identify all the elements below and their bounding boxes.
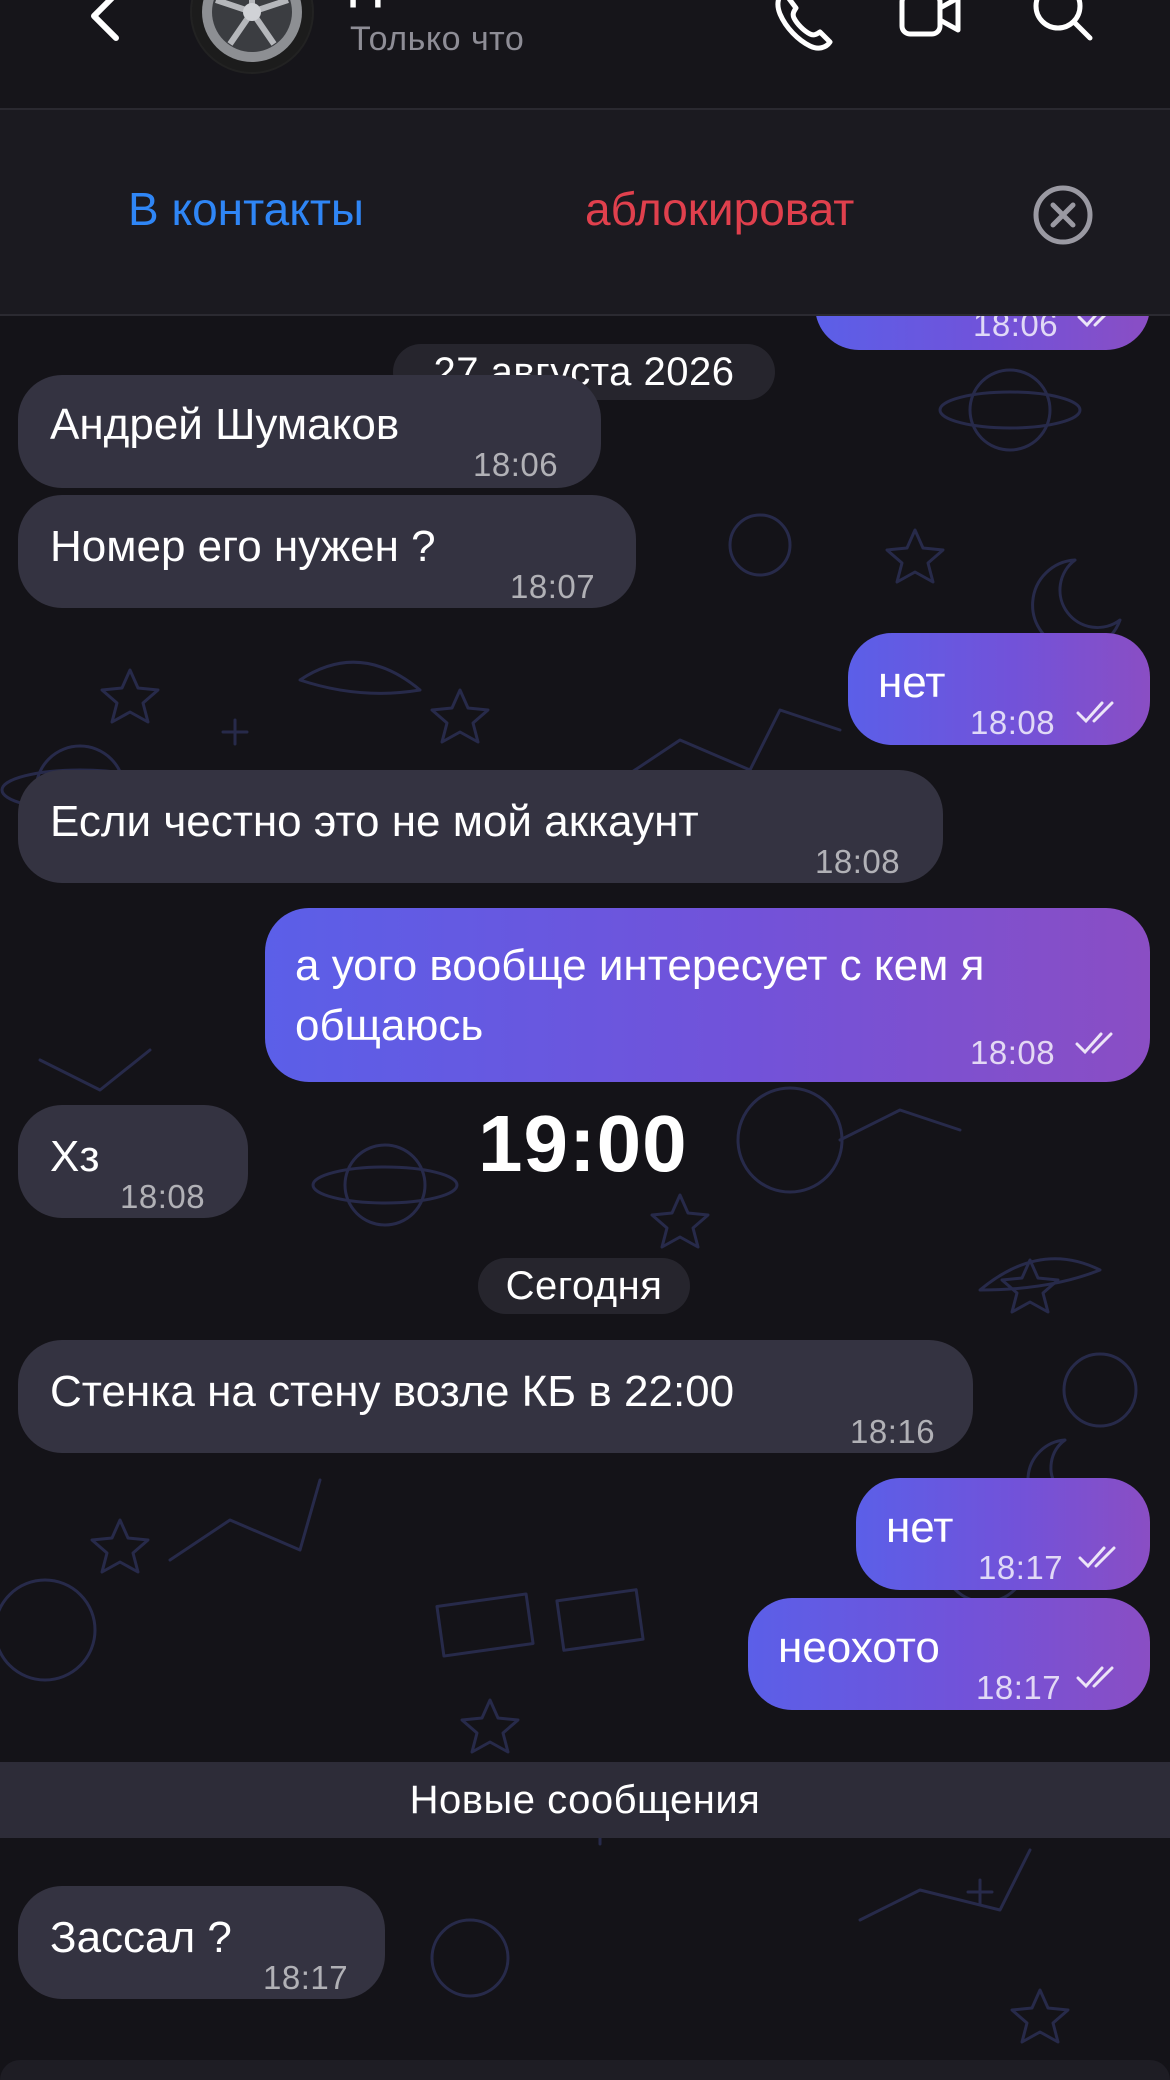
message-bubble-outgoing[interactable]: неохото 18:17 (748, 1598, 1150, 1710)
message-bubble-outgoing[interactable]: нет 18:17 (856, 1478, 1150, 1590)
video-call-icon[interactable] (898, 0, 964, 52)
message-time: 18:08 (815, 843, 901, 880)
message-bubble-incoming[interactable]: Стенка на стену возле КБ в 22:00 18:16 (18, 1340, 973, 1453)
back-arrow-icon[interactable] (80, 0, 140, 50)
date-separator-today: Сегодня (478, 1258, 690, 1314)
message-text: Стенка на стену возле КБ в 22:00 (50, 1367, 735, 1416)
message-time: 18:17 (978, 1549, 1064, 1586)
avatar[interactable] (190, 0, 314, 74)
message-time: 18:17 (976, 1669, 1062, 1706)
message-text-line: а уого вообще интересует с кем я (295, 941, 985, 990)
double-check-icon (1075, 1032, 1113, 1055)
message-bubble-incoming[interactable]: Номер его нужен ? 18:07 (18, 495, 636, 608)
double-check-icon (1076, 701, 1114, 724)
double-check-icon (1078, 1546, 1116, 1569)
message-text: Андрей Шумаков (50, 400, 400, 449)
close-icon[interactable] (1030, 182, 1096, 248)
message-time: 18:16 (850, 1413, 936, 1450)
add-to-contacts-button[interactable]: В контакты (128, 182, 364, 236)
message-time: 18:07 (510, 568, 596, 605)
message-text: Хз (50, 1132, 100, 1181)
wheel-avatar-icon (192, 0, 312, 72)
message-text: Номер его нужен ? (50, 522, 436, 571)
message-time: 18:08 (970, 1034, 1056, 1071)
message-time: 18:17 (263, 1959, 349, 1996)
message-text: Если честно это не мой аккаунт (50, 797, 699, 846)
message-bubble-incoming[interactable]: Зассал ? 18:17 (18, 1886, 385, 1999)
search-icon[interactable] (1030, 0, 1096, 52)
message-text: Зассал ? (50, 1913, 232, 1962)
phone-icon[interactable] (770, 0, 836, 52)
overlay-time-text: 19:00 (478, 1099, 688, 1188)
message-bubble-outgoing[interactable]: нет 18:08 (848, 633, 1150, 745)
double-check-icon (1076, 1666, 1114, 1689)
new-messages-divider: Новые сообщения (0, 1762, 1170, 1838)
message-bubble-incoming[interactable]: Хз 18:08 (18, 1105, 248, 1218)
chat-title[interactable]: Д (350, 0, 381, 10)
unknown-contact-action-bar: В контакты аблокироват (0, 110, 1170, 316)
message-text: нет (886, 1503, 954, 1552)
message-time: 18:08 (120, 1178, 206, 1215)
message-bubble-incoming[interactable]: Если честно это не мой аккаунт 18:08 (18, 770, 943, 883)
message-time: 18:08 (970, 704, 1056, 741)
chat-header: Д Только что (0, 0, 1170, 110)
message-time: 18:06 (473, 446, 559, 483)
last-seen-status: Только что (350, 20, 525, 58)
composer-edge (0, 2060, 1170, 2080)
message-bubble-outgoing[interactable]: а уого вообще интересует с кем я общаюсь… (265, 908, 1150, 1082)
message-text: неохото (778, 1623, 940, 1672)
block-button[interactable]: аблокироват (585, 182, 854, 236)
message-bubble-incoming[interactable]: Андрей Шумаков 18:06 (18, 375, 601, 488)
message-text-line: общаюсь (295, 1001, 484, 1050)
message-text: нет (878, 658, 946, 707)
